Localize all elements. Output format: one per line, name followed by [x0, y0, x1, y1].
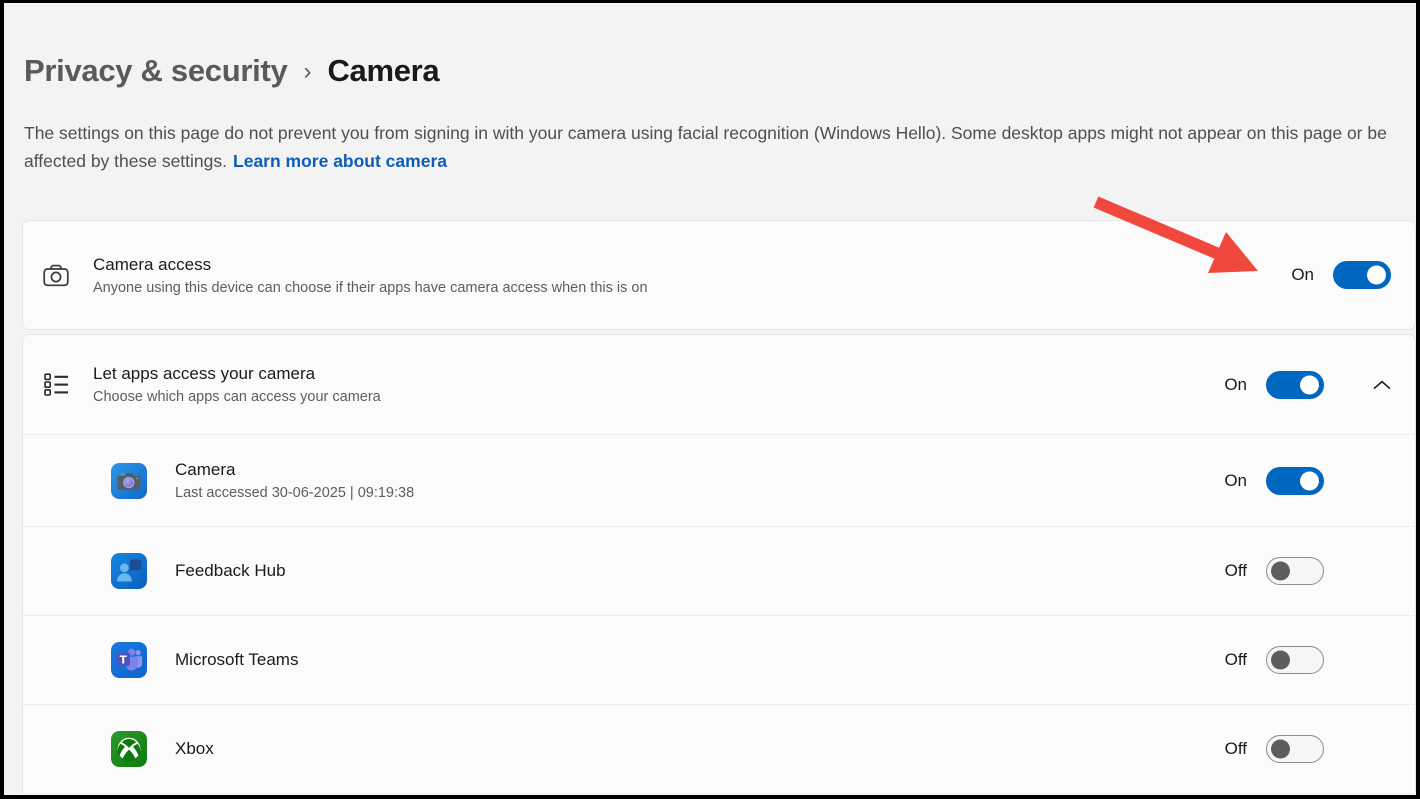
toggle-knob: [1271, 562, 1290, 581]
app-xbox-toggle[interactable]: [1266, 735, 1324, 763]
app-row-camera: Camera Last accessed 30-06-2025 | 09:19:…: [23, 434, 1415, 526]
app-camera-name: Camera: [175, 460, 414, 480]
camera-access-row: Camera access Anyone using this device c…: [23, 221, 1415, 329]
let-apps-header-row[interactable]: Let apps access your camera Choose which…: [23, 335, 1415, 434]
let-apps-toggle-label: On: [1219, 375, 1247, 395]
breadcrumb: Privacy & security › Camera: [24, 53, 1396, 89]
app-teams-name: Microsoft Teams: [175, 650, 298, 670]
toggle-knob: [1300, 375, 1319, 394]
app-feedback-toggle-label: Off: [1219, 561, 1247, 581]
toggle-knob: [1367, 266, 1386, 285]
app-xbox-controls: Off: [1219, 735, 1391, 763]
xbox-icon: [111, 731, 147, 767]
breadcrumb-separator-icon: ›: [303, 56, 311, 86]
let-apps-card: Let apps access your camera Choose which…: [22, 334, 1416, 793]
app-camera-toggle-label: On: [1219, 471, 1247, 491]
app-feedback-controls: Off: [1219, 557, 1391, 585]
svg-text:T: T: [120, 655, 128, 667]
let-apps-subtitle: Choose which apps can access your camera: [93, 389, 381, 405]
camera-access-subtitle: Anyone using this device can choose if t…: [93, 280, 648, 296]
app-camera-toggle[interactable]: [1266, 467, 1324, 495]
let-apps-controls: On: [1219, 371, 1391, 399]
camera-access-controls: On: [1286, 261, 1391, 289]
camera-app-icon: [111, 463, 147, 499]
app-xbox-texts: Xbox: [175, 739, 214, 759]
toggle-knob: [1271, 651, 1290, 670]
app-row-teams: T Microsoft Teams Off: [23, 615, 1415, 704]
settings-page: Privacy & security › Camera The settings…: [4, 3, 1416, 795]
app-feedback-name: Feedback Hub: [175, 561, 286, 581]
app-camera-last-accessed: Last accessed 30-06-2025 | 09:19:38: [175, 485, 414, 501]
app-teams-texts: Microsoft Teams: [175, 650, 298, 670]
let-apps-toggle[interactable]: [1266, 371, 1324, 399]
camera-access-toggle[interactable]: [1333, 261, 1391, 289]
camera-access-title: Camera access: [93, 255, 648, 275]
app-feedback-toggle[interactable]: [1266, 557, 1324, 585]
app-camera-controls: On: [1219, 467, 1391, 495]
app-teams-toggle-label: Off: [1219, 650, 1247, 670]
app-camera-texts: Camera Last accessed 30-06-2025 | 09:19:…: [175, 460, 414, 501]
app-list-icon: [43, 373, 69, 396]
toggle-knob: [1300, 471, 1319, 490]
teams-icon: T: [111, 642, 147, 678]
description-text: The settings on this page do not prevent…: [24, 123, 1387, 171]
breadcrumb-parent[interactable]: Privacy & security: [24, 53, 287, 89]
camera-access-toggle-label: On: [1286, 265, 1314, 285]
expand-collapse-button[interactable]: [1343, 380, 1391, 390]
camera-outline-icon: [43, 264, 69, 287]
camera-access-texts: Camera access Anyone using this device c…: [93, 255, 648, 296]
app-row-feedback-hub: Feedback Hub Off: [23, 526, 1415, 615]
app-feedback-texts: Feedback Hub: [175, 561, 286, 581]
app-xbox-name: Xbox: [175, 739, 214, 759]
page-title: Camera: [327, 53, 439, 89]
app-xbox-toggle-label: Off: [1219, 739, 1247, 759]
chevron-up-icon: [1373, 380, 1391, 390]
let-apps-title: Let apps access your camera: [93, 364, 381, 384]
page-description: The settings on this page do not prevent…: [24, 119, 1396, 175]
camera-access-card: Camera access Anyone using this device c…: [22, 220, 1416, 330]
app-teams-toggle[interactable]: [1266, 646, 1324, 674]
learn-more-link[interactable]: Learn more about camera: [233, 151, 447, 171]
feedback-hub-icon: [111, 553, 147, 589]
let-apps-texts: Let apps access your camera Choose which…: [93, 364, 381, 405]
app-row-xbox: Xbox Off: [23, 704, 1415, 793]
app-teams-controls: Off: [1219, 646, 1391, 674]
toggle-knob: [1271, 740, 1290, 759]
